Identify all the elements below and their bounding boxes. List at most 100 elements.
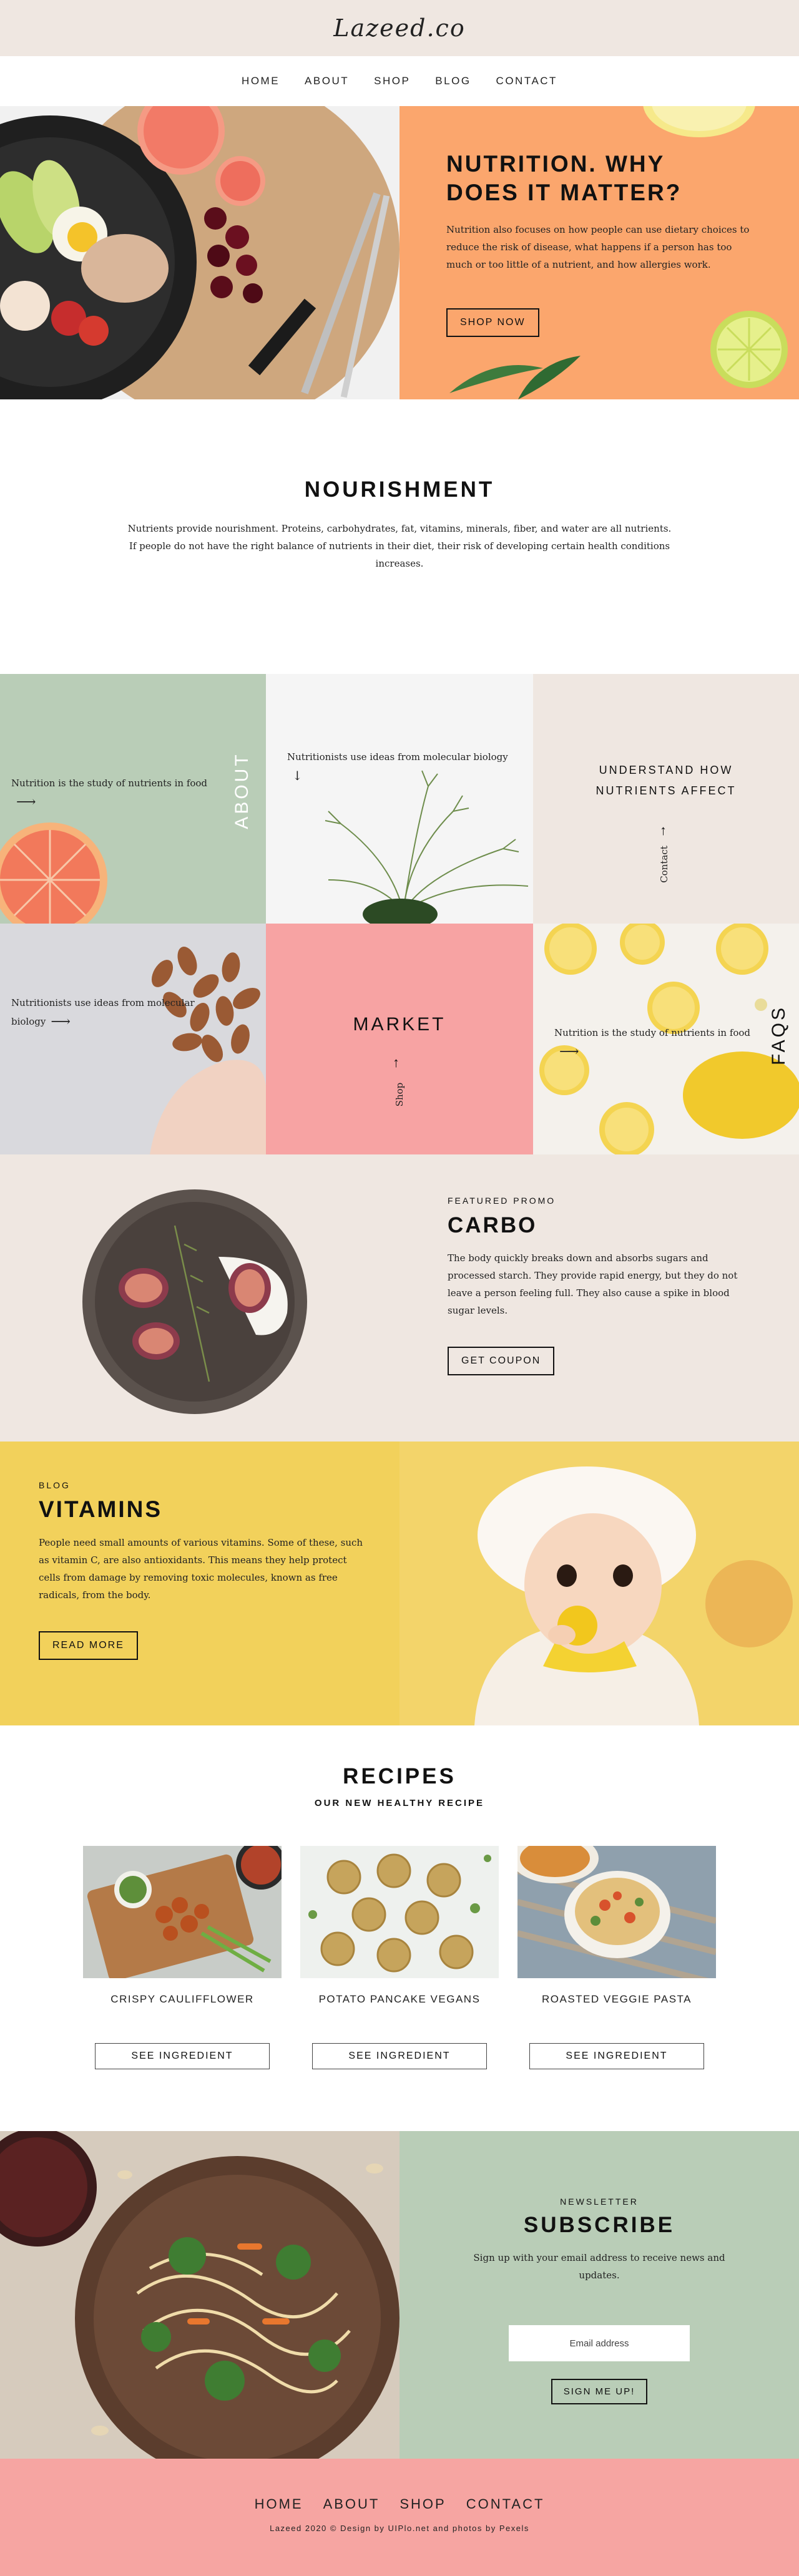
recipe-image[interactable]: [83, 1846, 282, 1978]
dill-herb-icon: [325, 770, 529, 924]
recipes-section: RECIPES OUR NEW HEALTHY RECIPE CRISPY CA…: [0, 1725, 799, 2131]
footer-nav-shop[interactable]: SHOP: [400, 2496, 446, 2512]
promo-content: FEATURED PROMO CARBO The body quickly br…: [448, 1196, 760, 1375]
contact-link[interactable]: Contact: [659, 839, 670, 889]
grapefruit-icon: [0, 822, 107, 924]
newsletter-title: SUBSCRIBE: [523, 2213, 675, 2237]
arrow-down-icon[interactable]: ↓: [292, 766, 303, 785]
recipe-name: ROASTED VEGGIE PASTA: [541, 1993, 692, 2005]
vitamins-title: VITAMINS: [39, 1496, 163, 1522]
understand-title: UNDERSTAND HOW NUTRIENTS AFFECT: [596, 764, 737, 797]
veggie-pasta-icon: [517, 1846, 716, 1978]
market-tile[interactable]: MARKET ↑ Shop: [266, 924, 533, 1154]
biology-text-wrap: Nutritionists use ideas from molecular b…: [287, 748, 518, 785]
footer-nav-about[interactable]: ABOUT: [323, 2496, 380, 2512]
nourishment-section: NOURISHMENT Nutrients provide nourishmen…: [0, 399, 799, 674]
potato-pancakes-icon: [300, 1846, 499, 1978]
recipes-title: RECIPES: [343, 1764, 456, 1788]
leaves-icon: [449, 356, 581, 399]
recipe-list: CRISPY CAULIFFLOWER SEE INGREDIENT POTAT…: [0, 1846, 799, 2069]
almonds-text-wrap: Nutritionists use ideas from molecular b…: [11, 993, 223, 1032]
see-ingredient-button[interactable]: SEE INGREDIENT: [95, 2043, 270, 2069]
site-header: Lazeed.co HOME ABOUT SHOP BLOG CONTACT: [0, 0, 799, 106]
nourishment-title: NOURISHMENT: [304, 477, 495, 502]
email-field[interactable]: [509, 2325, 690, 2361]
see-ingredient-button[interactable]: SEE INGREDIENT: [312, 2043, 487, 2069]
about-tile[interactable]: Nutrition is the study of nutrients in f…: [0, 674, 266, 924]
noodle-bowl-icon: [0, 2131, 400, 2459]
almonds-text: Nutritionists use ideas from molecular b…: [11, 997, 195, 1027]
recipe-card: CRISPY CAULIFFLOWER SEE INGREDIENT: [83, 1846, 282, 2069]
faqs-text-wrap: Nutrition is the study of nutrients in f…: [554, 1023, 760, 1061]
nav-about[interactable]: ABOUT: [305, 75, 349, 87]
see-ingredient-button[interactable]: SEE INGREDIENT: [529, 2043, 704, 2069]
nav-contact[interactable]: CONTACT: [496, 75, 557, 87]
hero-body: Nutrition also focuses on how people can…: [446, 224, 750, 270]
nav-blog[interactable]: BLOG: [435, 75, 471, 87]
biology-tile[interactable]: Nutritionists use ideas from molecular b…: [266, 674, 533, 924]
vitamins-panel: BLOG VITAMINS People need small amounts …: [0, 1442, 400, 1725]
shop-link[interactable]: Shop: [394, 1076, 405, 1113]
salad-bowl-icon: [0, 106, 400, 399]
understand-tile[interactable]: UNDERSTAND HOW NUTRIENTS AFFECT ↑ Contac…: [533, 674, 799, 924]
feature-grid: Nutrition is the study of nutrients in f…: [0, 674, 799, 1154]
hero-title: NUTRITION. WHY DOES IT MATTER?: [446, 151, 682, 205]
promo-title: CARBO: [448, 1213, 537, 1237]
vitamins-body: People need small amounts of various vit…: [39, 1537, 363, 1601]
arrow-up-icon[interactable]: ↑: [660, 822, 667, 839]
promo-kicker: FEATURED PROMO: [448, 1196, 556, 1206]
logo-bar: Lazeed.co: [0, 0, 799, 56]
faqs-text: Nutrition is the study of nutrients in f…: [554, 1027, 751, 1038]
almonds-hand-icon: [150, 946, 266, 1154]
recipe-card: ROASTED VEGGIE PASTA SEE INGREDIENT: [517, 1846, 716, 2069]
footer-credit: Lazeed 2020 © Design by UIPlo.net and ph…: [270, 2524, 529, 2533]
sign-up-button[interactable]: SIGN ME UP!: [551, 2379, 648, 2404]
nav-home[interactable]: HOME: [242, 75, 280, 87]
almonds-tile[interactable]: Nutritionists use ideas from molecular b…: [0, 924, 266, 1154]
newsletter-kicker: NEWSLETTER: [560, 2197, 639, 2207]
footer-nav-home[interactable]: HOME: [255, 2496, 303, 2512]
arrow-right-icon[interactable]: ⟶: [559, 1043, 579, 1061]
shop-now-button[interactable]: SHOP NOW: [446, 308, 539, 337]
baby-chef-image: [400, 1442, 799, 1725]
recipe-card: POTATO PANCAKE VEGANS SEE INGREDIENT: [300, 1846, 499, 2069]
hero-section: NUTRITION. WHY DOES IT MATTER? Nutrition…: [0, 106, 799, 399]
about-text-wrap: Nutrition is the study of nutrients in f…: [11, 774, 217, 812]
nourishment-body: Nutrients provide nourishment. Proteins,…: [127, 523, 672, 569]
baby-chef-icon: [400, 1442, 799, 1725]
nav-shop[interactable]: SHOP: [374, 75, 410, 87]
lime-slice-icon: [710, 311, 788, 388]
recipe-name: CRISPY CAULIFFLOWER: [110, 1993, 254, 2005]
read-more-button[interactable]: READ MORE: [39, 1631, 138, 1660]
lemon-slice-icon: [643, 106, 755, 137]
hero-panel: NUTRITION. WHY DOES IT MATTER? Nutrition…: [400, 106, 799, 399]
site-footer: HOME ABOUT SHOP CONTACT Lazeed 2020 © De…: [0, 2459, 799, 2576]
noodle-bowl-image: [0, 2131, 400, 2459]
arrow-right-icon[interactable]: ⟶: [16, 793, 36, 812]
about-text: Nutrition is the study of nutrients in f…: [11, 778, 208, 789]
market-title: MARKET: [353, 1014, 446, 1035]
recipe-image[interactable]: [300, 1846, 499, 1978]
recipes-subtitle: OUR NEW HEALTHY RECIPE: [314, 1798, 485, 1808]
recipe-name: POTATO PANCAKE VEGANS: [318, 1993, 481, 2005]
arrow-up-icon[interactable]: ↑: [393, 1055, 400, 1071]
cauliflower-dish-icon: [83, 1846, 282, 1978]
site-logo[interactable]: Lazeed.co: [333, 14, 465, 42]
biology-text: Nutritionists use ideas from molecular b…: [287, 751, 508, 763]
salad-bowl-image: [0, 106, 400, 399]
footer-nav-contact[interactable]: CONTACT: [466, 2496, 545, 2512]
footer-nav: HOME ABOUT SHOP CONTACT: [0, 2496, 799, 2512]
arrow-right-icon[interactable]: ⟶: [51, 1013, 71, 1032]
vitamins-kicker: BLOG: [39, 1480, 71, 1490]
newsletter-body: Sign up with your email address to recei…: [473, 2252, 725, 2281]
get-coupon-button[interactable]: GET COUPON: [448, 1347, 555, 1375]
promo-body: The body quickly breaks down and absorbs…: [448, 1252, 738, 1316]
vitamins-section: BLOG VITAMINS People need small amounts …: [0, 1442, 799, 1725]
main-nav: HOME ABOUT SHOP BLOG CONTACT: [0, 56, 799, 106]
newsletter-section: NEWSLETTER SUBSCRIBE Sign up with your e…: [0, 2131, 799, 2459]
about-label: ABOUT: [232, 752, 252, 829]
figs-plate-icon: [82, 1189, 307, 1414]
recipe-image[interactable]: [517, 1846, 716, 1978]
newsletter-panel: NEWSLETTER SUBSCRIBE Sign up with your e…: [400, 2131, 799, 2459]
faqs-tile[interactable]: Nutrition is the study of nutrients in f…: [533, 924, 799, 1154]
